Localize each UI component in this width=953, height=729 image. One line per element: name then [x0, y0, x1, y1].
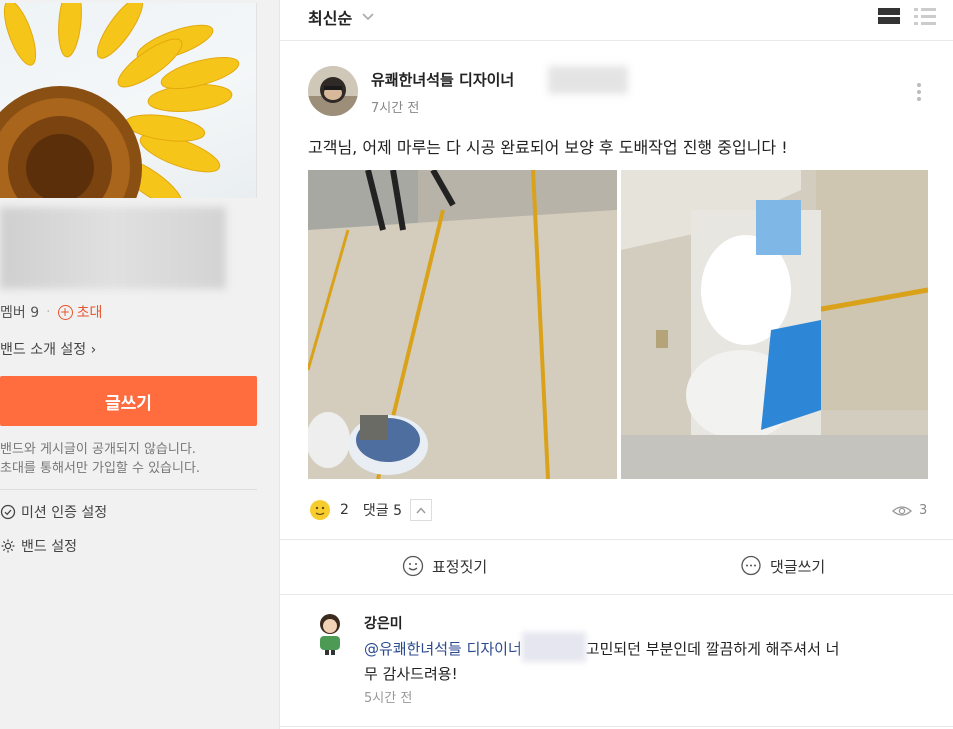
wall-photo-image — [621, 170, 928, 479]
sort-label: 최신순 — [308, 9, 353, 28]
post-photo-1[interactable] — [308, 170, 617, 479]
card-view-icon[interactable] — [878, 8, 900, 24]
main-feed: 최신순 유쾌한녀석들 디자이너 7시간 전 고객님, 어제 마루는 다 시공 완… — [279, 0, 953, 729]
comment-body: @유쾌한녀석들 디자이너 고민되던 부분인데 깔끔하게 해주셔서 너 무 감사드려… — [364, 631, 924, 686]
comment-count[interactable]: 댓글 5 — [363, 500, 402, 520]
view-count-area: 3 — [892, 503, 927, 518]
mission-setting-link[interactable]: 미션 인증 설정 — [0, 502, 107, 522]
list-view-icon[interactable] — [914, 7, 936, 25]
comment-text-line-1: 고민되던 부분인데 깔끔하게 해주셔서 너 — [585, 640, 840, 658]
collapse-comments-button[interactable] — [410, 499, 433, 521]
post-author-name[interactable]: 유쾌한녀석들 디자이너 — [371, 69, 514, 90]
band-setting-label: 밴드 설정 — [21, 539, 77, 555]
post-reactions: 2 댓글 5 — [308, 498, 433, 522]
mission-setting-label: 미션 인증 설정 — [21, 505, 108, 521]
check-circle-icon — [0, 504, 16, 520]
avatar-image — [308, 66, 358, 116]
gear-icon — [1, 539, 15, 553]
sidebar: 멤버 9 · + 초대 밴드 소개 설정 › 글쓰기 밴드와 게시글이 공개되지… — [0, 0, 270, 729]
smile-icon — [402, 555, 424, 577]
post-body-text: 고객님, 어제 마루는 다 시공 완료되어 보양 후 도배작업 진행 중입니다 … — [308, 138, 788, 157]
write-comment-button[interactable]: 댓글쓰기 — [740, 555, 825, 577]
chevron-down-icon — [362, 13, 374, 21]
band-setting-link[interactable]: 밴드 설정 — [0, 536, 77, 556]
commenter-name[interactable]: 강은미 — [364, 613, 403, 633]
invite-button[interactable]: + 초대 — [57, 302, 103, 322]
comment-divider — [280, 726, 953, 727]
band-name-redacted — [0, 207, 226, 289]
post-photo-2[interactable] — [621, 170, 928, 479]
write-comment-label: 댓글쓰기 — [770, 557, 826, 576]
speech-bubble-icon — [741, 555, 761, 576]
band-intro-label: 밴드 소개 설정 — [0, 342, 87, 358]
post-action-bar: 표정짓기 댓글쓰기 — [280, 539, 953, 595]
write-post-button[interactable]: 글쓰기 — [0, 376, 257, 426]
sort-dropdown[interactable]: 최신순 — [308, 5, 374, 29]
more-vertical-icon[interactable] — [916, 82, 922, 102]
privacy-notice: 밴드와 게시글이 공개되지 않습니다. 초대를 통해서만 가입할 수 있습니다. — [0, 440, 200, 478]
emotion-button[interactable]: 표정짓기 — [402, 555, 487, 577]
view-count: 3 — [919, 503, 928, 518]
plus-circle-icon: + — [57, 304, 73, 320]
commenter-avatar[interactable] — [314, 612, 346, 656]
emoji-icon[interactable] — [308, 498, 332, 522]
invite-label: 초대 — [76, 305, 103, 321]
privacy-line-1: 밴드와 게시글이 공개되지 않습니다. — [0, 442, 196, 457]
chevron-right-icon: › — [90, 342, 97, 358]
separator-dot: · — [46, 304, 51, 320]
sidebar-divider — [0, 489, 257, 490]
member-count[interactable]: 멤버 9 — [0, 302, 39, 322]
eye-icon — [892, 505, 912, 516]
sort-bar: 최신순 — [280, 0, 953, 41]
reaction-count[interactable]: 2 — [340, 502, 349, 518]
comment-text-line-2: 무 감사드려용! — [364, 664, 458, 683]
author-name-redacted — [548, 66, 628, 94]
author-avatar[interactable] — [308, 66, 358, 116]
post-time: 7시간 전 — [371, 101, 420, 116]
emotion-label: 표정짓기 — [432, 557, 488, 576]
chevron-up-icon — [416, 506, 426, 513]
mention-name-redacted — [521, 631, 586, 662]
privacy-line-2: 초대를 통해서만 가입할 수 있습니다. — [0, 461, 201, 476]
band-intro-setting-link[interactable]: 밴드 소개 설정 › — [0, 339, 96, 359]
comment-mention[interactable]: @유쾌한녀석들 디자이너 — [364, 640, 522, 658]
comment-time: 5시간 전 — [364, 691, 413, 706]
band-cover-image[interactable] — [0, 3, 257, 198]
member-info: 멤버 9 · + 초대 — [0, 302, 102, 322]
floor-photo-image — [308, 170, 617, 479]
sunflower-image — [0, 3, 240, 198]
